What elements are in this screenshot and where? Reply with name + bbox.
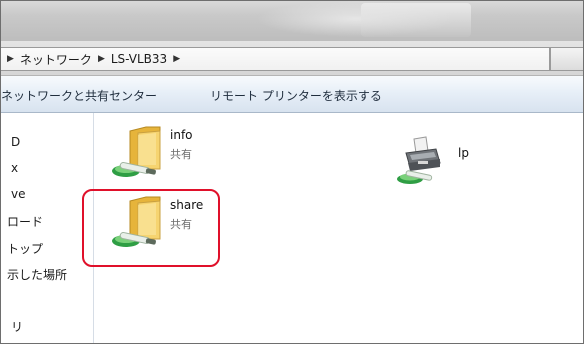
breadcrumb-chevron-icon[interactable]: ▶ — [173, 54, 180, 64]
share-item-info[interactable]: info 共有 — [108, 125, 248, 185]
remote-printers-button[interactable]: リモート プリンターを表示する — [210, 87, 382, 104]
nav-item[interactable]: D — [11, 135, 20, 149]
title-bar — [1, 1, 583, 41]
printer-name: lp — [458, 146, 469, 160]
command-bar: ネットワークと共有センター リモート プリンターを表示する — [1, 76, 583, 113]
nav-item[interactable]: 示した場所 — [7, 266, 67, 283]
nav-item[interactable]: ロード — [7, 213, 43, 230]
share-type: 共有 — [170, 148, 192, 161]
explorer-window: ▶ ネットワーク ▶ LS-VLB33 ▶ ネットワークと共有センター リモート… — [0, 0, 584, 344]
breadcrumb-item-host[interactable]: LS-VLB33 — [111, 52, 167, 66]
title-bar-highlight — [361, 3, 471, 37]
share-highlight-box — [82, 189, 220, 267]
address-dropdown-button[interactable] — [550, 47, 583, 71]
share-name: info — [170, 128, 193, 142]
address-bar: ▶ ネットワーク ▶ LS-VLB33 ▶ — [1, 41, 583, 76]
navigation-pane: D x ve ロード トップ 示した場所 リ — [1, 113, 94, 343]
breadcrumb-label: LS-VLB33 — [110, 52, 168, 66]
address-field[interactable]: ▶ ネットワーク ▶ LS-VLB33 ▶ — [1, 47, 550, 71]
nav-item[interactable]: x — [11, 161, 18, 175]
breadcrumb-chevron-icon[interactable]: ▶ — [7, 54, 14, 64]
network-printer-icon — [396, 133, 456, 193]
breadcrumb-item-network[interactable]: ネットワーク — [20, 51, 92, 68]
printer-item-lp[interactable]: lp — [396, 133, 536, 193]
nav-item[interactable]: ve — [11, 187, 25, 201]
shared-folder-icon — [108, 125, 168, 185]
breadcrumb-label: ネットワーク — [19, 52, 92, 67]
nav-item[interactable]: トップ — [7, 240, 43, 257]
breadcrumb-chevron-icon[interactable]: ▶ — [98, 54, 105, 64]
network-center-button[interactable]: ネットワークと共有センター — [1, 87, 157, 104]
nav-item[interactable]: リ — [11, 318, 23, 335]
